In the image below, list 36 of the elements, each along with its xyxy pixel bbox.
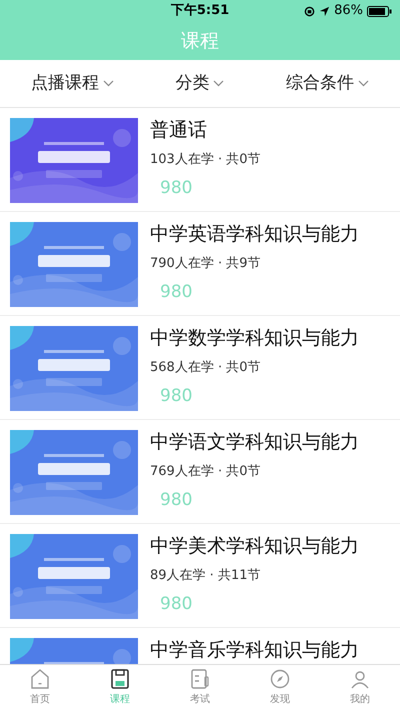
filter-dropdown[interactable]: 综合条件	[286, 70, 370, 96]
course-price: 980	[160, 488, 194, 512]
location-icon	[319, 6, 330, 16]
filter-dropdown[interactable]: 分类	[175, 70, 224, 96]
chevron-down-icon	[102, 80, 114, 87]
tab-bar-item[interactable]: 我的	[320, 665, 400, 710]
battery-icon	[367, 6, 392, 16]
course-price: 980	[160, 384, 194, 408]
lock-rotation-icon	[304, 6, 316, 16]
course-stats: 89人在学 · 共11节	[150, 567, 262, 585]
exam-sheet-icon	[189, 668, 211, 690]
page-title: 课程	[181, 28, 219, 54]
course-stats: 103人在学 · 共0节	[150, 151, 262, 169]
course-stats: 568人在学 · 共0节	[150, 359, 262, 377]
course-price: 980	[160, 592, 194, 616]
chevron-down-icon	[358, 80, 370, 87]
course-price: 980	[160, 280, 194, 304]
course-title: 中学音乐学科知识与能力	[150, 638, 360, 662]
course-title: 中学语文学科知识与能力	[150, 430, 360, 454]
filter-dropdown[interactable]: 点播课程	[30, 70, 114, 96]
course-title: 中学数学学科知识与能力	[150, 326, 360, 350]
tab-bar-item[interactable]: 发现	[240, 665, 320, 710]
battery-percent: 86%	[334, 2, 363, 20]
chevron-down-icon	[213, 80, 224, 87]
course-price: 980	[160, 176, 194, 200]
course-title: 中学英语学科知识与能力	[150, 222, 360, 246]
tab-bar-item[interactable]: 课程	[80, 665, 160, 710]
course-title: 中学美术学科知识与能力	[150, 534, 360, 558]
course-stats: 769人在学 · 共0节	[150, 463, 262, 481]
status-time: 下午5:51	[170, 2, 230, 20]
tab-bar-item[interactable]: 首页	[0, 665, 80, 710]
course-stats: 790人在学 · 共9节	[150, 255, 262, 273]
tab-bar-item[interactable]: 考试	[160, 665, 240, 710]
home-icon	[29, 668, 51, 690]
compass-icon	[269, 668, 291, 690]
course-title: 普通话	[150, 118, 208, 142]
